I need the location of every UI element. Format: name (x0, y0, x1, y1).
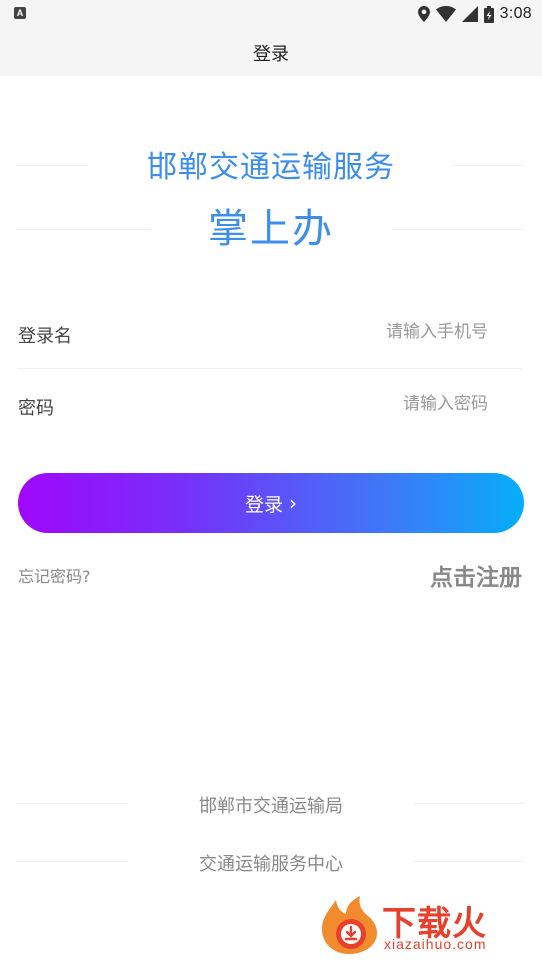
status-bar: A 3:08 (0, 0, 542, 28)
page-title: 登录 (253, 44, 289, 65)
hero-title: 邯郸交通运输服务 (147, 150, 395, 185)
footer-org-name: 邯郸市交通运输局 (199, 796, 343, 817)
username-input[interactable] (188, 316, 488, 348)
form-divider (18, 368, 522, 369)
title-bar: 登录 (0, 28, 542, 76)
username-row: 登录名 (18, 302, 522, 362)
flame-logo-icon (322, 896, 377, 954)
hero-subtitle: 掌上办 (208, 206, 334, 252)
forgot-password-link[interactable]: 忘记密码? (18, 563, 91, 587)
battery-icon (483, 5, 494, 23)
username-label: 登录名 (18, 326, 72, 347)
register-link[interactable]: 点击注册 (430, 558, 522, 592)
watermark-domain: xiazaihuo.com (384, 936, 487, 952)
password-input[interactable] (188, 388, 488, 420)
location-icon (417, 6, 430, 22)
signal-icon (461, 6, 478, 22)
footer-center-name: 交通运输服务中心 (199, 854, 343, 875)
password-label: 密码 (18, 398, 54, 419)
chevron-right-icon: › (289, 491, 297, 515)
notification-app-icon: A (14, 7, 26, 19)
watermark-logo: 下载火 xiazaihuo.com (318, 896, 528, 956)
wifi-icon (435, 6, 456, 22)
login-button-label: 登录 (244, 493, 283, 516)
login-button[interactable]: 登录 › (18, 473, 524, 533)
password-row: 密码 (18, 374, 522, 434)
status-time: 3:08 (499, 5, 532, 22)
status-icons: 3:08 (417, 4, 532, 24)
